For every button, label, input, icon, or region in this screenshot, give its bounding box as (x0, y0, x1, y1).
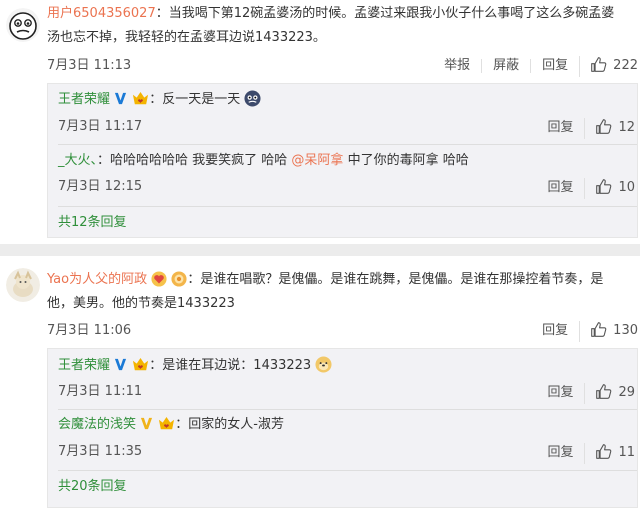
thumbs-up-icon (590, 321, 607, 342)
comment-item: Yao为人父的阿政 ：是谁在唱歌？是傀儡。是谁在跳舞，是傀儡。是谁在那操控着节奏… (0, 256, 640, 525)
reply-meta: 7月3日 11:11 回复 29 (58, 381, 637, 405)
reply-date: 7月3日 11:35 (58, 444, 143, 459)
reply-text: 王者荣耀 ❤ ：是谁在耳边说：1433223 (58, 355, 637, 377)
reply-actions: 回复 11 (536, 441, 637, 465)
comment-meta: 7月3日 11:06 回复 130 (47, 319, 640, 343)
like-count: 10 (618, 180, 635, 195)
like-button[interactable]: 130 (579, 320, 640, 342)
reply-text: 王者荣耀 ❤ ：反一天是一天 (58, 89, 637, 111)
reply-divider (58, 409, 637, 410)
reply-item: _大火、：哈哈哈哈哈哈 我要笑疯了 哈哈 @呆阿拿 中了你的毒阿拿 哈哈 7月3… (58, 150, 637, 200)
reply-actions: 回复 10 (536, 176, 637, 200)
comment-meta: 7月3日 11:13 举报 屏蔽 回复 222 (47, 54, 640, 78)
replies-box: 王者荣耀 ❤ ：反一天是一天 7月3日 11:17 回复 12 _大火、：哈哈哈哈 (47, 83, 638, 238)
thumbs-up-icon (595, 118, 612, 139)
comment-text: Yao为人父的阿政 ：是谁在唱歌？是傀儡。是谁在跳舞，是傀儡。是谁在那操控着节奏… (47, 268, 630, 316)
reply-content: ：是谁在耳边说：1433223 (149, 358, 312, 373)
reply-meta: 7月3日 11:35 回复 11 (58, 441, 637, 465)
like-count: 29 (618, 385, 635, 400)
replies-box: 王者荣耀 ❤ ：是谁在耳边说：1433223 7月3日 11:11 回复 29 会 (47, 348, 638, 508)
block-button[interactable]: 屏蔽 (481, 59, 530, 73)
like-button[interactable]: 12 (584, 117, 637, 139)
reply-date: 7月3日 11:11 (58, 384, 143, 399)
reply-button[interactable]: 回复 (536, 446, 584, 460)
reply-item: 王者荣耀 ❤ ：反一天是一天 7月3日 11:17 回复 12 (58, 89, 637, 140)
comment-actions: 回复 130 (531, 319, 640, 343)
reply-actions: 回复 29 (536, 381, 637, 405)
comment-content-line1: ：是谁在唱歌？是傀儡。是谁在跳舞，是傀儡。是谁在那操控着节奏，是 (187, 272, 604, 287)
avatar[interactable] (6, 268, 40, 302)
like-count: 12 (618, 120, 635, 135)
like-count: 130 (613, 323, 638, 338)
avatar[interactable] (6, 8, 40, 42)
vip-crown-icon[interactable]: ❤ (132, 357, 149, 372)
reply-divider (58, 144, 637, 145)
like-count: 222 (613, 58, 638, 73)
face-emoji-icon (244, 90, 261, 107)
reply-meta: 7月3日 11:17 回复 12 (58, 116, 637, 140)
comment-content-line1: ：当我喝下第12碗孟婆汤的时候。孟婆过来跟我小伙子什么事喝了这么多碗孟婆 (155, 6, 615, 21)
reply-username[interactable]: 会魔法的浅笑 (58, 417, 136, 432)
reply-username[interactable]: 王者荣耀 (58, 92, 110, 107)
comment-username[interactable]: Yao为人父的阿政 (47, 272, 147, 287)
like-button[interactable]: 222 (579, 55, 640, 77)
more-replies-link[interactable]: 共20条回复 (58, 477, 127, 497)
comment-text: 用户6504356027：当我喝下第12碗孟婆汤的时候。孟婆过来跟我小伙子什么事… (47, 2, 630, 50)
report-button[interactable]: 举报 (433, 59, 481, 73)
reply-button[interactable]: 回复 (536, 181, 584, 195)
heart-badge-icon (151, 271, 167, 287)
reply-item: 会魔法的浅笑 ❤ ：回家的女人-淑芳 7月3日 11:35 回复 11 (58, 414, 637, 465)
verified-v-icon (140, 416, 153, 430)
doge-emoji-icon (315, 356, 332, 373)
like-button[interactable]: 11 (584, 442, 637, 464)
comment-username[interactable]: 用户6504356027 (47, 6, 156, 21)
verified-v-icon (114, 357, 127, 371)
reply-divider (58, 470, 637, 471)
reply-divider (58, 206, 637, 207)
vip-crown-icon[interactable]: ❤ (132, 91, 149, 106)
verified-v-icon (114, 91, 127, 105)
reply-date: 7月3日 12:15 (58, 179, 143, 194)
reply-button[interactable]: 回复 (536, 121, 584, 135)
reply-text: _大火、：哈哈哈哈哈哈 我要笑疯了 哈哈 @呆阿拿 中了你的毒阿拿 哈哈 (58, 150, 637, 172)
comment-date: 7月3日 11:06 (47, 323, 132, 338)
comment-content-line2: 汤也忘不掉，我轻轻的在孟婆耳边说1433223。 (47, 30, 326, 45)
badge-icon (171, 271, 187, 287)
reply-content-b: 中了你的毒阿拿 哈哈 (343, 153, 469, 168)
reply-username[interactable]: _大火、 (58, 153, 97, 168)
more-replies-link[interactable]: 共12条回复 (58, 213, 127, 233)
reply-actions: 回复 12 (536, 116, 637, 140)
reply-content: ：回家的女人-淑芳 (175, 417, 284, 432)
reply-content-a: ：哈哈哈哈哈哈 我要笑疯了 哈哈 (97, 153, 292, 168)
thumbs-up-icon (595, 443, 612, 464)
like-button[interactable]: 10 (584, 177, 637, 199)
comment-date: 7月3日 11:13 (47, 58, 132, 73)
thumbs-up-icon (590, 56, 607, 77)
mention-link[interactable]: @呆阿拿 (291, 153, 343, 168)
reply-meta: 7月3日 12:15 回复 10 (58, 176, 637, 200)
reply-text: 会魔法的浅笑 ❤ ：回家的女人-淑芳 (58, 414, 637, 436)
svg-text:❤: ❤ (138, 363, 144, 371)
reply-date: 7月3日 11:17 (58, 119, 143, 134)
comment-separator (0, 244, 640, 256)
reply-button[interactable]: 回复 (530, 59, 579, 73)
comment-actions: 举报 屏蔽 回复 222 (433, 54, 640, 78)
like-button[interactable]: 29 (584, 382, 637, 404)
reply-username[interactable]: 王者荣耀 (58, 358, 110, 373)
like-count: 11 (618, 445, 635, 460)
vip-crown-icon[interactable]: ❤ (158, 416, 175, 431)
comment-content-line2: 他，美男。他的节奏是1433223 (47, 296, 235, 311)
reply-item: 王者荣耀 ❤ ：是谁在耳边说：1433223 7月3日 11:11 回复 29 (58, 355, 637, 405)
reply-button[interactable]: 回复 (536, 386, 584, 400)
thumbs-up-icon (595, 178, 612, 199)
svg-text:❤: ❤ (138, 97, 144, 105)
svg-text:❤: ❤ (164, 422, 170, 430)
comment-item: 用户6504356027：当我喝下第12碗孟婆汤的时候。孟婆过来跟我小伙子什么事… (0, 0, 640, 244)
reply-button[interactable]: 回复 (531, 324, 579, 338)
thumbs-up-icon (595, 383, 612, 404)
reply-content: ：反一天是一天 (149, 92, 241, 107)
